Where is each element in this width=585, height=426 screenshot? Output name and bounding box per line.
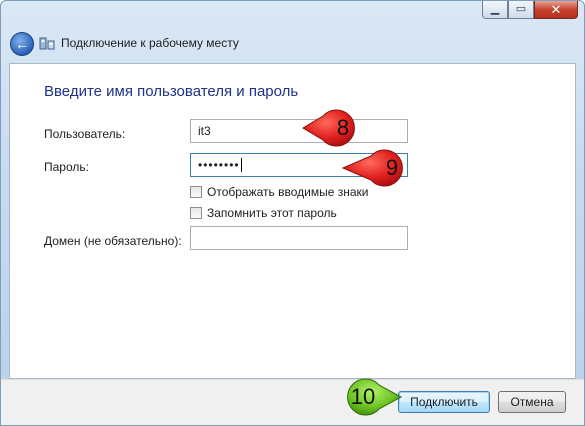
window-controls: ▁ ▭ ✕ <box>482 1 578 19</box>
password-value: •••••••• <box>198 157 240 172</box>
page-heading: Введите имя пользователя и пароль <box>44 83 299 100</box>
dialog-window: ▁ ▭ ✕ ← Подключение к рабочему месту Вве… <box>0 0 585 426</box>
step-10-callout: 10 <box>333 375 405 419</box>
back-arrow-icon: ← <box>15 35 29 52</box>
back-button[interactable]: ← <box>10 32 34 56</box>
username-label: Пользователь: <box>44 127 126 141</box>
connect-button[interactable]: Подключить <box>398 391 490 413</box>
window-title: Подключение к рабочему месту <box>61 36 239 50</box>
close-button[interactable]: ✕ <box>534 1 578 19</box>
show-chars-checkbox[interactable] <box>190 186 202 198</box>
cancel-button[interactable]: Отмена <box>498 391 566 413</box>
remember-row[interactable]: Запомнить этот пароль <box>190 206 337 220</box>
step-9-number: 9 <box>385 155 399 180</box>
password-label: Пароль: <box>44 160 89 174</box>
text-caret <box>240 157 242 172</box>
step-9-callout: 9 <box>339 146 417 190</box>
remember-checkbox[interactable] <box>190 207 202 219</box>
close-icon: ✕ <box>550 2 562 17</box>
username-value: it3 <box>198 124 211 138</box>
content-panel: Введите имя пользователя и пароль Пользо… <box>9 63 576 379</box>
maximize-icon: ▭ <box>515 3 527 15</box>
minimize-icon: ▁ <box>490 3 500 15</box>
maximize-button[interactable]: ▭ <box>508 1 534 19</box>
minimize-button[interactable]: ▁ <box>482 1 508 19</box>
domain-input[interactable] <box>190 226 408 250</box>
dialog-footer: Подключить Отмена <box>1 379 584 425</box>
step-8-number: 8 <box>336 115 350 140</box>
step-8-callout: 8 <box>299 106 369 150</box>
network-icon <box>39 37 55 50</box>
domain-label: Домен (не обязательно): <box>44 234 182 248</box>
remember-label: Запомнить этот пароль <box>207 206 337 220</box>
step-10-number: 10 <box>350 384 376 409</box>
